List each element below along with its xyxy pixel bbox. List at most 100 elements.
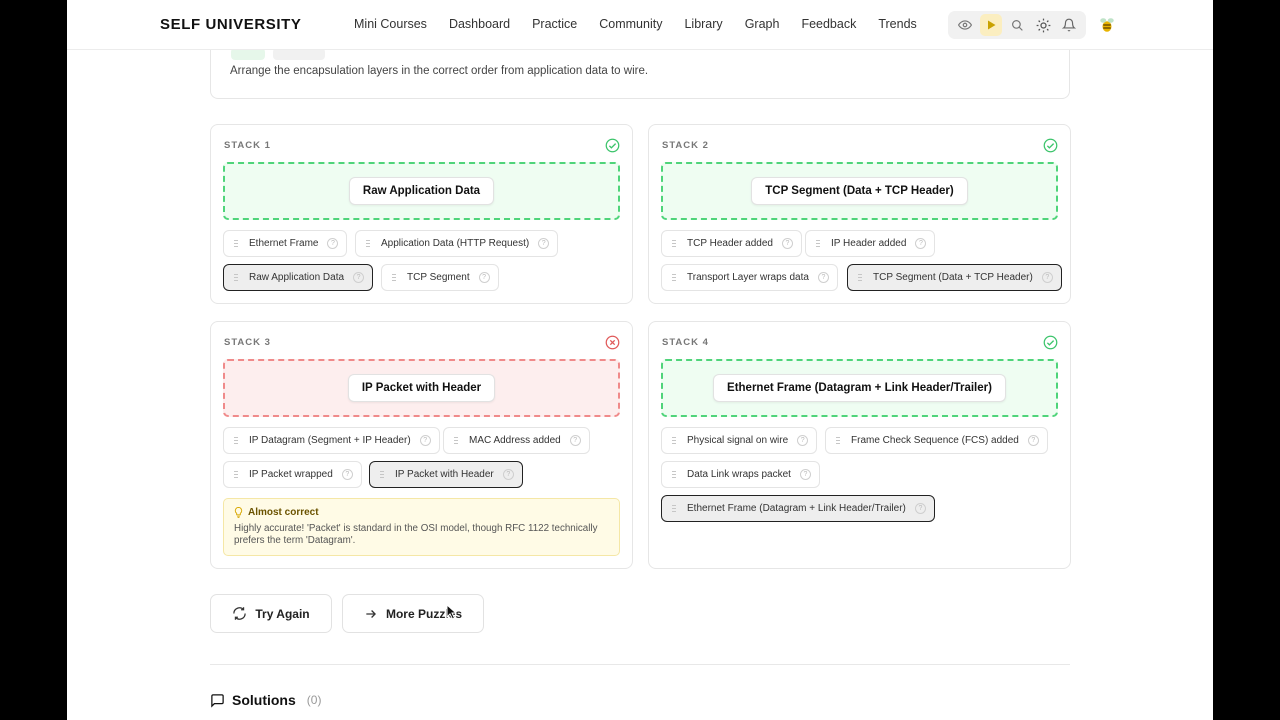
option-chip-selected[interactable]: IP Packet with Header? (369, 461, 523, 488)
nav-link-trends[interactable]: Trends (878, 17, 916, 31)
x-circle-icon (605, 335, 620, 350)
feedback-title: Almost correct (234, 507, 609, 518)
feedback-box: Almost correct Highly accurate! 'Packet'… (223, 498, 620, 556)
option-label: Ethernet Frame (Datagram + Link Header/T… (687, 503, 906, 514)
stack-title: STACK 4 (662, 337, 709, 348)
nav-link-dashboard[interactable]: Dashboard (449, 17, 510, 31)
option-chip[interactable]: MAC Address added? (443, 427, 590, 454)
help-icon[interactable]: ? (914, 503, 926, 514)
option-chip-selected[interactable]: Ethernet Frame (Datagram + Link Header/T… (661, 495, 935, 522)
arrow-right-icon (366, 609, 376, 618)
bee-avatar-icon[interactable] (1097, 15, 1117, 35)
drag-handle-icon[interactable] (672, 436, 678, 445)
option-chip[interactable]: Application Data (HTTP Request)? (355, 230, 559, 257)
search-icon[interactable] (1006, 14, 1028, 36)
help-icon[interactable]: ? (327, 238, 339, 249)
drag-handle-icon[interactable] (672, 470, 678, 479)
help-icon[interactable]: ? (341, 469, 353, 480)
page: SELF UNIVERSITY Mini Courses Dashboard P… (67, 0, 1213, 720)
help-icon[interactable]: ? (419, 435, 431, 446)
feedback-body: Highly accurate! 'Packet' is standard in… (234, 523, 598, 547)
brand-logo[interactable]: SELF UNIVERSITY (160, 16, 302, 33)
puzzle-instruction: Arrange the encapsulation layers in the … (230, 65, 649, 77)
stack-1-card: STACK 1 Raw Application Data Ethernet Fr… (210, 124, 633, 304)
drag-handle-icon[interactable] (366, 239, 372, 248)
refresh-icon (233, 607, 247, 620)
drag-handle-icon[interactable] (234, 239, 240, 248)
more-puzzles-button[interactable]: More Puzzles (342, 594, 484, 633)
help-icon[interactable]: ? (478, 272, 490, 283)
placed-answer[interactable]: IP Packet with Header (347, 374, 496, 402)
drag-handle-icon[interactable] (672, 504, 678, 513)
option-label: Application Data (HTTP Request) (381, 238, 530, 249)
option-chip[interactable]: Transport Layer wraps data? (661, 264, 838, 291)
check-circle-icon (605, 138, 620, 153)
stack-title: STACK 2 (662, 140, 709, 151)
drag-handle-icon[interactable] (816, 239, 822, 248)
nav-link-practice[interactable]: Practice (532, 17, 577, 31)
help-icon[interactable]: ? (817, 272, 829, 283)
placed-answer[interactable]: TCP Segment (Data + TCP Header) (751, 177, 968, 205)
nav-link-community[interactable]: Community (599, 17, 662, 31)
drop-zone[interactable]: TCP Segment (Data + TCP Header) (661, 162, 1058, 220)
drop-zone[interactable]: Raw Application Data (223, 162, 620, 220)
option-chip[interactable]: IP Header added? (805, 230, 936, 257)
help-icon[interactable]: ? (1027, 435, 1039, 446)
sun-icon[interactable] (1032, 14, 1054, 36)
option-label: Raw Application Data (249, 272, 345, 283)
drag-handle-icon[interactable] (454, 436, 460, 445)
nav-link-graph[interactable]: Graph (745, 17, 780, 31)
drag-handle-icon[interactable] (234, 470, 240, 479)
help-icon[interactable]: ? (353, 272, 365, 283)
option-chip[interactable]: Data Link wraps packet? (661, 461, 820, 488)
feedback-title-text: Almost correct (248, 507, 319, 518)
option-chip[interactable]: Frame Check Sequence (FCS) added? (825, 427, 1048, 454)
check-circle-icon (1043, 138, 1058, 153)
option-chip[interactable]: TCP Header added? (661, 230, 802, 257)
bell-icon[interactable] (1058, 14, 1080, 36)
play-icon[interactable] (980, 14, 1002, 36)
placed-answer[interactable]: Raw Application Data (348, 177, 495, 205)
nav-link-feedback[interactable]: Feedback (801, 17, 856, 31)
help-icon[interactable]: ? (538, 238, 550, 249)
nav-link-library[interactable]: Library (684, 17, 722, 31)
solutions-label: Solutions (232, 692, 296, 708)
help-icon[interactable]: ? (1041, 272, 1053, 283)
help-icon[interactable]: ? (797, 435, 809, 446)
drag-handle-icon[interactable] (836, 436, 842, 445)
drag-handle-icon[interactable] (234, 273, 240, 282)
solutions-header[interactable]: Solutions (0) (210, 692, 321, 708)
option-chip[interactable]: Physical signal on wire? (661, 427, 818, 454)
option-chip[interactable]: IP Datagram (Segment + IP Header)? (223, 427, 440, 454)
placed-answer[interactable]: Ethernet Frame (Datagram + Link Header/T… (713, 374, 1006, 402)
drag-handle-icon[interactable] (392, 273, 398, 282)
option-label: TCP Segment (Data + TCP Header) (873, 272, 1033, 283)
option-chip[interactable]: TCP Segment? (381, 264, 499, 291)
drop-zone[interactable]: Ethernet Frame (Datagram + Link Header/T… (661, 359, 1058, 417)
help-icon[interactable]: ? (781, 238, 793, 249)
eye-icon[interactable] (954, 14, 976, 36)
help-icon[interactable]: ? (915, 238, 927, 249)
try-again-button[interactable]: Try Again (210, 594, 332, 633)
option-chip-selected[interactable]: Raw Application Data? (223, 264, 374, 291)
mouse-cursor-icon (446, 604, 458, 620)
help-icon[interactable]: ? (799, 469, 811, 480)
drag-handle-icon[interactable] (380, 470, 386, 479)
help-icon[interactable]: ? (569, 435, 581, 446)
top-nav: SELF UNIVERSITY Mini Courses Dashboard P… (67, 0, 1213, 50)
stack-3-card: STACK 3 IP Packet with Header IP Datagra… (210, 321, 633, 569)
nav-link-mini-courses[interactable]: Mini Courses (354, 17, 427, 31)
option-chip-selected[interactable]: TCP Segment (Data + TCP Header)? (847, 264, 1062, 291)
stack-title: STACK 3 (224, 337, 271, 348)
stack-2-card: STACK 2 TCP Segment (Data + TCP Header) … (648, 124, 1071, 304)
option-chip[interactable]: Ethernet Frame? (223, 230, 348, 257)
drop-zone[interactable]: IP Packet with Header (223, 359, 620, 417)
solutions-count: (0) (306, 693, 322, 707)
drag-handle-icon[interactable] (672, 239, 678, 248)
option-chip[interactable]: IP Packet wrapped? (223, 461, 362, 488)
help-icon[interactable]: ? (502, 469, 514, 480)
drag-handle-icon[interactable] (858, 273, 864, 282)
drag-handle-icon[interactable] (672, 273, 678, 282)
option-label: IP Packet with Header (395, 469, 494, 480)
drag-handle-icon[interactable] (234, 436, 240, 445)
